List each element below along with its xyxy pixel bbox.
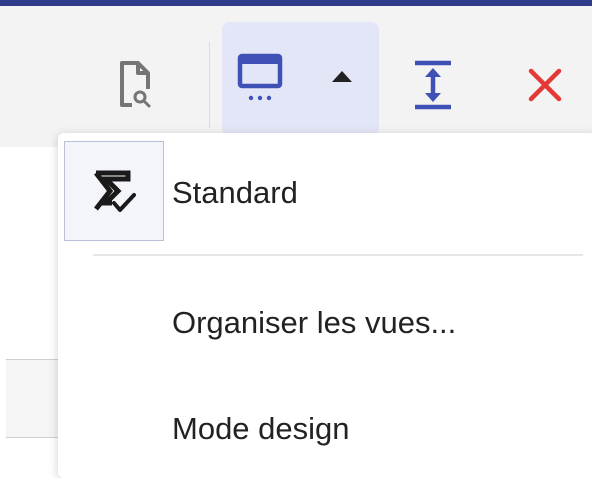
view-dropdown-menu: Standard Organiser les vues... Mode desi…: [58, 133, 592, 478]
dropdown-arrow-icon[interactable]: [330, 68, 354, 89]
sigma-check-icon: [94, 170, 136, 212]
close-button[interactable]: [510, 40, 580, 130]
menu-item-label: Mode design: [172, 411, 350, 446]
view-selector-button[interactable]: [222, 22, 379, 136]
toolbar: [0, 6, 592, 147]
menu-item-label: Organiser les vues...: [172, 305, 457, 340]
background-panel: [0, 147, 58, 472]
preview-button[interactable]: [100, 40, 164, 130]
close-icon: [528, 68, 562, 102]
toolbar-divider: [209, 42, 210, 128]
menu-item-label: Standard: [172, 175, 298, 210]
menu-item-design-mode[interactable]: Mode design: [58, 389, 592, 469]
menu-item-organize-views[interactable]: Organiser les vues...: [58, 283, 592, 363]
view-window-icon: [236, 52, 284, 111]
grid-cell: [6, 360, 58, 437]
selected-indicator: [64, 141, 164, 241]
grid-line: [6, 437, 58, 438]
document-search-icon: [120, 61, 154, 111]
fit-height-icon: [415, 60, 451, 110]
menu-separator: [93, 254, 583, 256]
fit-height-button[interactable]: [398, 40, 468, 130]
menu-item-standard[interactable]: Standard: [58, 133, 592, 251]
